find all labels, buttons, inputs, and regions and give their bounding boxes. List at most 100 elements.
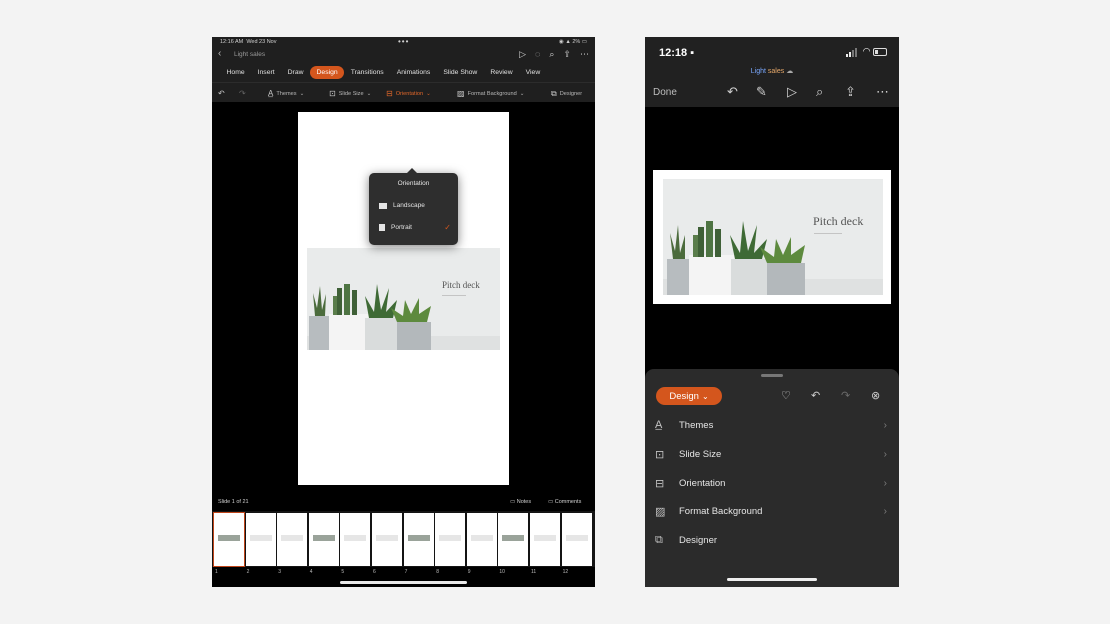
design-tab-dropdown[interactable]: Design ⌄ — [656, 387, 722, 405]
orientation-popover: Orientation Landscape Portrait ✓ — [369, 168, 458, 245]
slide-thumbnail[interactable] — [372, 513, 402, 566]
slide-canvas[interactable]: Pitch deck Orientation Landscape Portrai… — [212, 102, 595, 495]
chevron-right-icon: › — [883, 419, 887, 431]
slide-canvas[interactable]: Pitch deck — [645, 107, 899, 369]
format-background-icon: ▨ — [655, 505, 666, 518]
slide-thumbnail[interactable] — [340, 513, 371, 566]
menu-item-themes[interactable]: A̲ Themes › — [655, 415, 891, 435]
sheet-grabber[interactable] — [761, 374, 783, 377]
menu-item-format-background[interactable]: ▨ Format Background › — [655, 501, 891, 521]
themes-icon: A̲ — [268, 89, 274, 98]
play-icon[interactable]: ▷ — [787, 84, 797, 100]
tab-review[interactable]: Review — [484, 66, 519, 79]
close-icon[interactable]: ⊗ — [871, 389, 880, 402]
tab-insert[interactable]: Insert — [251, 66, 281, 79]
lightbulb-icon[interactable]: ♡ — [781, 389, 791, 402]
tab-draw[interactable]: Draw — [281, 66, 310, 79]
chevron-down-icon: ⌄ — [701, 391, 709, 401]
pen-icon[interactable]: ✎ — [756, 84, 767, 100]
redo-icon[interactable]: ↷ — [239, 89, 246, 98]
menu-item-slide-size[interactable]: ⊡ Slide Size › — [655, 444, 891, 464]
thumbnail-number: 10 — [499, 569, 505, 575]
thumbnail-number: 12 — [562, 569, 569, 575]
thumbnail-number: 1 — [215, 569, 218, 575]
thumbnail-number: 3 — [278, 569, 281, 575]
portrait-slide[interactable]: Pitch deck — [298, 112, 509, 485]
slide-thumbnail[interactable] — [561, 513, 592, 566]
tab-home[interactable]: Home — [220, 66, 251, 79]
landscape-icon — [379, 202, 387, 209]
thumbnail-content — [470, 535, 493, 541]
thumbnail-content — [565, 535, 588, 541]
undo-icon[interactable]: ↶ — [727, 84, 738, 100]
slide-thumbnail[interactable] — [498, 513, 529, 566]
thumbnail-content — [534, 535, 556, 541]
slide-thumbnail[interactable] — [308, 513, 339, 566]
share-icon[interactable]: ⇪ — [563, 49, 571, 60]
menu-item-designer[interactable]: ⧉ Designer — [655, 530, 891, 550]
slide-counter: Slide 1 of 21 — [218, 499, 249, 505]
slide-thumbnail[interactable] — [403, 513, 434, 566]
play-icon[interactable]: ▷ — [519, 49, 526, 60]
chevron-right-icon: › — [883, 505, 887, 517]
designer-icon: ⧉ — [655, 533, 663, 546]
home-indicator[interactable] — [727, 578, 817, 581]
status-time: 12:16 AM Wed 23 Nov — [220, 39, 277, 45]
themes-button[interactable]: A̲ Themes ⌄ — [268, 89, 304, 98]
search-icon[interactable]: ⌕ — [816, 84, 823, 100]
notes-button[interactable]: ▭ Notes — [510, 499, 531, 505]
landscape-slide[interactable]: Pitch deck — [653, 170, 891, 304]
undo-icon[interactable]: ↶ — [811, 389, 820, 402]
slide-size-icon: ⊡ — [329, 89, 336, 98]
format-background-icon: ▨ — [457, 89, 465, 98]
document-name[interactable]: Light sales ☁ — [645, 67, 899, 81]
iphone-toolbar: Done ↶ ✎ ▷ ⌕ ⇪ ⋯ — [645, 81, 899, 107]
option-portrait[interactable]: Portrait ✓ — [379, 223, 451, 232]
more-icon[interactable]: ⋯ — [876, 84, 889, 100]
thumbnail-number: 4 — [309, 569, 313, 575]
tab-transitions[interactable]: Transitions — [344, 66, 390, 79]
slide-thumbnail[interactable] — [213, 512, 245, 567]
share-icon[interactable]: ⇪ — [845, 84, 856, 100]
cactus-photo: Pitch deck — [307, 248, 500, 350]
done-button[interactable]: Done — [653, 87, 677, 98]
tab-view[interactable]: View — [519, 66, 547, 79]
orientation-button[interactable]: ⊟ Orientation ⌄ — [386, 89, 431, 98]
slide-thumbnail[interactable] — [466, 513, 497, 566]
checkmark-icon: ✓ — [444, 223, 451, 232]
menu-label: Slide Size — [679, 448, 722, 460]
slide-size-button[interactable]: ⊡ Slide Size ⌄ — [329, 89, 371, 98]
option-landscape[interactable]: Landscape — [379, 202, 451, 209]
designer-button[interactable]: ⧉ Designer — [551, 89, 582, 99]
multitask-dots-icon[interactable]: ••• — [398, 37, 409, 46]
tab-slide-show[interactable]: Slide Show — [437, 66, 484, 79]
chevron-right-icon: › — [883, 477, 887, 489]
status-time: 12:18 ▪ — [659, 47, 695, 59]
iphone-status-bar: 12:18 ▪ ◠ — [645, 37, 899, 67]
iphone-screen: 12:18 ▪ ◠ Light sales ☁ Done ↶ ✎ ▷ ⌕ ⇪ ⋯ — [645, 37, 899, 587]
slide-thumbnail[interactable] — [277, 513, 308, 566]
popover-title: Orientation — [397, 180, 430, 187]
format-background-button[interactable]: ▨ Format Background ⌄ — [457, 89, 524, 98]
more-icon[interactable]: ⋯ — [580, 49, 589, 60]
search-icon[interactable]: ⌕ — [549, 49, 554, 60]
themes-icon: A̲ — [655, 419, 663, 431]
home-indicator[interactable] — [340, 581, 467, 584]
tab-design[interactable]: Design — [310, 66, 345, 79]
slide-thumbnail[interactable] — [530, 513, 560, 566]
ribbon-tabs: Home Insert Draw Design Transitions Anim… — [212, 63, 595, 82]
tab-animations[interactable]: Animations — [390, 66, 437, 79]
slide-thumbnail[interactable] — [435, 513, 466, 566]
back-chevron-icon[interactable]: ‹ — [218, 48, 221, 59]
document-name[interactable]: Light sales — [234, 51, 265, 58]
ipad-title-bar: ‹ Light sales ▷ ◌ ⌕ ⇪ ⋯ — [212, 47, 595, 63]
thumbnail-number: 7 — [404, 569, 408, 575]
redo-icon[interactable]: ↷ — [841, 389, 850, 402]
thumbnail-content — [502, 535, 525, 541]
lightbulb-icon[interactable]: ◌ — [535, 49, 540, 60]
slide-thumbnail[interactable] — [245, 513, 276, 566]
slide-status-bar: Slide 1 of 21 ▭ Notes ▭ Comments — [212, 495, 595, 510]
menu-item-orientation[interactable]: ⊟ Orientation › — [655, 473, 891, 493]
comments-button[interactable]: ▭ Comments — [548, 499, 581, 505]
undo-icon[interactable]: ↶ — [218, 89, 225, 98]
